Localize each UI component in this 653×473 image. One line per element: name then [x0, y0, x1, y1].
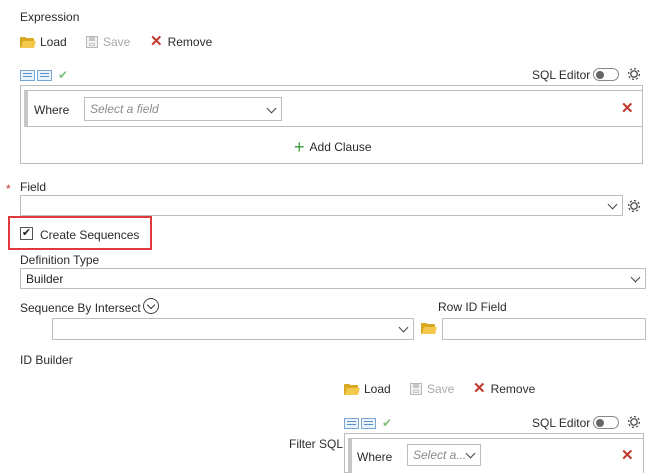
expand-circle-icon[interactable]	[143, 298, 159, 314]
field-dropdown[interactable]	[20, 195, 623, 216]
sql-editor-label: SQL Editor	[532, 68, 591, 82]
load-button-label: Load	[40, 35, 67, 49]
indent-view-icon[interactable]	[37, 69, 52, 81]
id-builder-sql-editor-label: SQL Editor	[532, 416, 591, 430]
field-select-placeholder: Select a field	[90, 102, 159, 116]
filter-field-placeholder: Select a...	[413, 448, 467, 462]
id-builder-load-button[interactable]: Load	[344, 382, 391, 396]
list-view-icon[interactable]	[344, 417, 359, 429]
close-icon: ✕	[150, 33, 163, 50]
row-id-field-label: Row ID Field	[438, 300, 507, 314]
create-sequences-checkbox[interactable]: ✔	[20, 227, 33, 240]
id-builder-sql-editor-toggle[interactable]	[593, 416, 619, 429]
id-builder-remove-label: Remove	[490, 382, 536, 396]
filter-field-select[interactable]: Select a...	[407, 444, 481, 466]
where-label: Where	[34, 103, 70, 117]
add-clause-button[interactable]: + Add Clause	[294, 137, 372, 157]
close-icon: ✕	[473, 380, 486, 397]
valid-check-icon: ✔	[58, 68, 69, 82]
filter-sql-label: Filter SQL	[289, 437, 344, 451]
sql-view-toggle-icons[interactable]: ✔	[20, 68, 68, 82]
chevron-down-icon	[266, 103, 277, 114]
chevron-down-icon	[398, 322, 409, 333]
chevron-down-icon	[465, 448, 476, 459]
id-builder-save-label: Save	[427, 382, 455, 396]
field-select[interactable]: Select a field	[84, 97, 282, 121]
chevron-down-icon	[630, 272, 641, 283]
id-builder-save-button[interactable]: Save	[410, 382, 454, 396]
save-button-label: Save	[103, 35, 131, 49]
definition-type-dropdown[interactable]: Builder	[20, 268, 646, 289]
sequence-by-intersect-dropdown[interactable]	[52, 318, 414, 340]
row-id-field-input[interactable]	[442, 318, 646, 340]
required-marker: *	[6, 182, 11, 196]
remove-clause-icon[interactable]: ✕	[621, 101, 634, 116]
save-disk-icon	[410, 383, 422, 395]
checkmark-icon: ✔	[21, 227, 32, 239]
folder-icon	[20, 36, 36, 48]
save-button[interactable]: Save	[86, 35, 130, 49]
valid-check-icon: ✔	[382, 416, 393, 430]
folder-icon	[344, 383, 360, 395]
remove-button-label: Remove	[167, 35, 213, 49]
chevron-down-icon	[607, 199, 618, 210]
folder-icon	[421, 323, 437, 334]
filter-where-clause-row	[348, 438, 644, 473]
id-builder-view-toggle-icons[interactable]: ✔	[344, 416, 392, 430]
add-clause-label: Add Clause	[309, 140, 372, 154]
list-view-icon[interactable]	[20, 69, 35, 81]
expression-label: Expression	[20, 10, 80, 24]
definition-type-value: Builder	[26, 271, 64, 286]
sql-editor-toggle[interactable]	[593, 68, 619, 81]
browse-folder-button[interactable]	[421, 323, 437, 337]
definition-type-label: Definition Type	[20, 253, 100, 267]
gear-icon[interactable]	[626, 198, 642, 214]
field-label: Field	[20, 180, 47, 194]
load-button[interactable]: Load	[20, 35, 67, 49]
save-disk-icon	[86, 36, 98, 48]
remove-button[interactable]: ✕ Remove	[150, 33, 213, 50]
id-builder-remove-button[interactable]: ✕ Remove	[473, 380, 536, 397]
filter-remove-clause-icon[interactable]: ✕	[621, 448, 634, 463]
id-builder-load-label: Load	[364, 382, 391, 396]
indent-view-icon[interactable]	[361, 417, 376, 429]
gear-icon[interactable]	[626, 66, 642, 82]
sequence-by-intersect-label: Sequence By Intersect	[20, 301, 141, 315]
plus-icon: +	[294, 137, 305, 157]
id-builder-label: ID Builder	[20, 353, 73, 367]
filter-where-label: Where	[357, 450, 393, 464]
create-sequences-label[interactable]: Create Sequences	[40, 228, 139, 242]
gear-icon[interactable]	[626, 414, 642, 430]
